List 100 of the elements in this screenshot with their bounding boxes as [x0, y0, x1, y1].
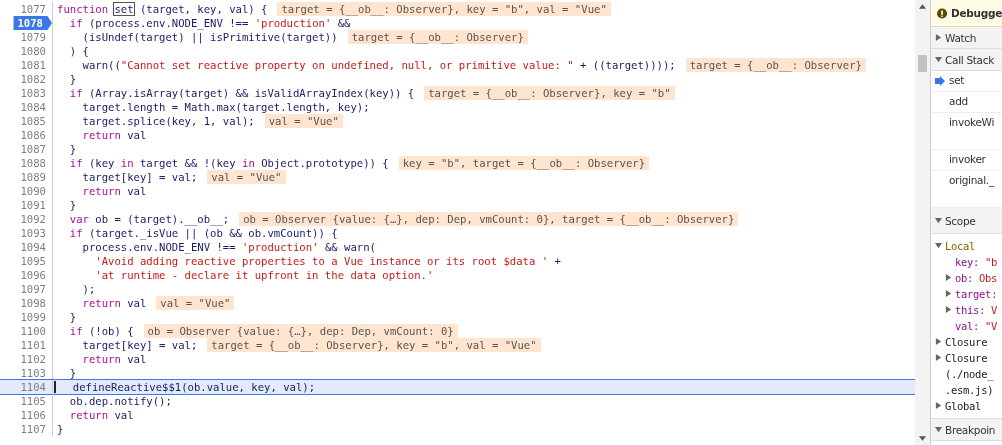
scope-property[interactable]: key: "b	[935, 254, 1002, 270]
section-header[interactable]: Breakpoin	[931, 419, 1002, 441]
code-line: target.length = Math.max(target.length, key);	[81, 100, 370, 114]
collapsed-triangle-icon[interactable]	[945, 290, 952, 297]
code-line: if (!ob) {	[68, 324, 134, 338]
line-number: 1106	[19, 408, 47, 422]
line-number: 1077	[19, 2, 47, 16]
scope-item[interactable]: Closure (./node_ .esm.js)	[935, 350, 1002, 398]
scrollbar[interactable]	[915, 0, 931, 445]
scope-item[interactable]: Local	[935, 238, 1002, 254]
line-number: 1085	[19, 114, 47, 128]
line-number: 1091	[19, 198, 47, 212]
line-number: 1092	[19, 212, 47, 226]
line-number: 1090	[19, 184, 47, 198]
inline-value: target = {__ob__: Observer}, key = "b", val = "Vue"	[207, 338, 541, 352]
scope-property[interactable]: this: V	[935, 302, 1002, 318]
expanded-triangle-icon[interactable]	[935, 56, 942, 63]
code-line: var ob = (target).__ob__;	[68, 212, 230, 226]
inline-value: target = {__ob__: Observer}	[685, 58, 866, 72]
scope-property[interactable]: target:	[935, 286, 1002, 302]
scope-property[interactable]: val: "V	[935, 318, 1002, 334]
line-number: 1084	[19, 100, 47, 114]
inline-value: target = {__ob__: Observer}	[347, 30, 528, 44]
line-number: 1105	[19, 394, 47, 408]
code-line: }	[68, 142, 77, 156]
line-number: 1088	[19, 156, 47, 170]
code-line: return val	[68, 408, 134, 422]
line-number: 1100	[19, 324, 47, 338]
code-line: }	[68, 198, 77, 212]
cursor-bar	[54, 381, 56, 393]
collapsed-triangle-icon[interactable]	[935, 402, 942, 409]
line-number: 1083	[19, 86, 47, 100]
collapsed-triangle-icon[interactable]	[935, 338, 942, 345]
current-frame-arrow-icon	[935, 76, 945, 86]
code-line: 'Avoid adding reactive properties to a Vue instance or its root $data ' +	[94, 254, 561, 268]
line-number: 1082	[19, 72, 47, 86]
code-line: defineReactive$$1(ob.value, key, val);	[71, 380, 316, 394]
collapsed-triangle-icon[interactable]	[935, 354, 942, 361]
code-line: }	[68, 310, 77, 324]
code-line: }	[68, 72, 77, 86]
scroll-down-icon[interactable]	[919, 436, 926, 441]
code-line: target[key] = val;	[81, 170, 198, 184]
code-line: 'at runtime - declare it upfront in the data option.'	[94, 268, 434, 282]
line-number: 1098	[19, 296, 47, 310]
code-line: );	[81, 282, 96, 296]
expanded-triangle-icon[interactable]	[935, 242, 942, 249]
line-number: 1086	[19, 128, 47, 142]
inline-value: val = "Vue"	[264, 114, 343, 128]
scope-property[interactable]: ob: Obs	[935, 270, 1002, 286]
section-header[interactable]: Watch	[931, 27, 1002, 49]
line-number: 1079	[19, 30, 47, 44]
code-line: ) {	[68, 44, 89, 58]
line-number: 1095	[19, 254, 47, 268]
collapsed-triangle-icon[interactable]	[945, 306, 952, 313]
code-line: if (key in target && !(key in Object.prototype)) {	[68, 156, 389, 170]
call-frame[interactable]: add	[931, 92, 1002, 113]
call-frame[interactable]: invoker	[931, 150, 1002, 171]
call-frame[interactable]: invokeWi	[931, 113, 1002, 150]
inline-value: key = "b", target = {__ob__: Observer}	[398, 156, 650, 170]
call-frame[interactable]: set	[931, 71, 1002, 92]
code-line: if (Array.isArray(target) && isValidArrayIndex(key)) {	[68, 86, 415, 100]
expanded-triangle-icon[interactable]	[935, 426, 942, 433]
line-number: 1081	[19, 58, 47, 72]
expanded-triangle-icon[interactable]	[935, 217, 942, 224]
line-number: 1093	[19, 226, 47, 240]
line-number: 1101	[19, 338, 47, 352]
breakpoint-line-number[interactable]: 1078	[13, 16, 52, 30]
section-header[interactable]: Call Stack	[931, 49, 1002, 71]
section-header[interactable]: Scope	[931, 208, 1002, 234]
scroll-up-icon[interactable]	[919, 4, 926, 9]
collapsed-triangle-icon[interactable]	[935, 34, 942, 41]
banner-text: Debugge	[951, 7, 1002, 19]
inline-value: target = {__ob__: Observer}, key = "b"	[424, 86, 675, 100]
line-number: 1094	[19, 240, 47, 254]
code-line: return val	[81, 352, 147, 366]
inline-value: target = {__ob__: Observer}, key = "b", val = "Vue"	[277, 2, 611, 16]
inline-value: ob = Observer {value: {…}, dep: Dep, vmCount: 0}	[143, 324, 458, 338]
line-number: 1103	[19, 366, 47, 380]
code-line: target.splice(key, 1, val);	[81, 114, 255, 128]
code-line: return val	[81, 184, 147, 198]
scope-item[interactable]: Closure	[935, 334, 1002, 350]
line-number: 1102	[19, 352, 47, 366]
code-line: target[key] = val;	[81, 338, 198, 352]
collapsed-triangle-icon[interactable]	[945, 274, 952, 281]
line-number: 1097	[19, 282, 47, 296]
code-line: (isUndef(target) || isPrimitive(target))	[81, 30, 338, 44]
code-line: }	[68, 366, 77, 380]
line-number: 1104	[19, 380, 47, 394]
code-line: process.env.NODE_ENV !== 'production' && warn(	[81, 240, 376, 254]
scrollbar-thumb[interactable]	[918, 55, 927, 72]
inline-value: ob = Observer {value: {…}, dep: Dep, vmCount: 0}, target = {__ob__: Observer}	[239, 212, 739, 226]
scope-item[interactable]: Global	[935, 398, 1002, 414]
line-number: 1107	[19, 422, 47, 436]
code-line: if (process.env.NODE_ENV !== 'production' &&	[68, 16, 351, 30]
line-number: 1080	[19, 44, 47, 58]
line-number: 1089	[19, 170, 47, 184]
line-number: 1087	[19, 142, 47, 156]
code-line: warn(("Cannot set reactive property on undefined, null, or primitive value: " + ((target))));	[81, 58, 676, 72]
line-number: 1099	[19, 310, 47, 324]
code-line: return val	[81, 296, 147, 310]
